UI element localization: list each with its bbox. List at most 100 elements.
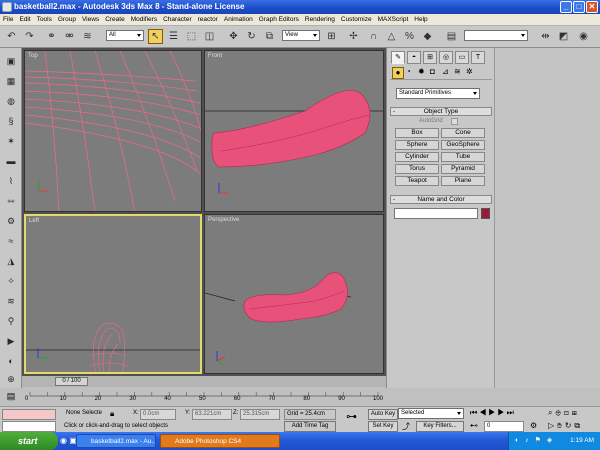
menu-file[interactable]: File — [0, 14, 16, 26]
maximize-button[interactable]: □ — [573, 1, 585, 13]
space-warps-icon[interactable]: ≋ — [454, 67, 461, 76]
maxscript-output[interactable] — [2, 421, 56, 432]
go-to-start-icon[interactable]: ⏮︎ — [470, 408, 479, 417]
menu-maxscript[interactable]: MAXScript — [375, 14, 412, 26]
maxscript-listener-input[interactable] — [2, 409, 56, 420]
helpers-icon[interactable]: ⊿ — [442, 67, 449, 76]
scale-icon[interactable]: ⧉ — [262, 29, 277, 44]
playback-controls[interactable]: ⏮︎◀︎▶︎▶︎⏭︎ — [470, 408, 516, 418]
x-coordinate-field[interactable]: 0.0cm — [140, 409, 176, 420]
lock-selection-icon[interactable]: 🔒︎ — [110, 409, 120, 420]
object-color-swatch[interactable] — [481, 208, 490, 219]
menu-views[interactable]: Views — [79, 14, 102, 26]
tube-button[interactable]: Tube — [441, 152, 485, 162]
pyramid-button[interactable]: Pyramid — [441, 164, 485, 174]
spring-icon[interactable]: ⌇ — [4, 174, 18, 188]
set-key-button[interactable]: Set Key — [368, 421, 398, 432]
analyze-world-icon[interactable]: ⊕ — [4, 372, 18, 386]
constraint-icon[interactable]: ✶ — [4, 134, 18, 148]
auto-key-button[interactable]: Auto Key — [368, 409, 398, 420]
angle-snap-icon[interactable]: △ — [384, 29, 399, 44]
menu-create[interactable]: Create — [102, 14, 128, 26]
box-button[interactable]: Box — [395, 128, 439, 138]
mirror-icon[interactable]: ⇹ — [538, 29, 553, 44]
named-selection-dropdown[interactable] — [464, 30, 528, 41]
wind-icon[interactable]: ≈ — [4, 234, 18, 248]
systems-icon[interactable]: ✲ — [466, 67, 473, 76]
perspective-viewport[interactable]: Perspective — [204, 214, 384, 374]
primitive-category-dropdown[interactable]: Standard Primitives — [396, 88, 480, 99]
zoom-extents-icon[interactable]: ⊡ — [564, 408, 572, 417]
percent-snap-icon[interactable]: % — [402, 29, 417, 44]
add-time-tag-button[interactable]: Add Time Tag — [284, 421, 336, 432]
key-mode-toggle-icon[interactable]: ⊷ — [470, 421, 478, 430]
menu-group[interactable]: Group — [55, 14, 79, 26]
taskbar-item-photoshop[interactable]: Adobe Photoshop CS4 — [160, 434, 280, 448]
menu-edit[interactable]: Edit — [16, 14, 33, 26]
sphere-button[interactable]: Sphere — [395, 140, 439, 150]
plane-icon[interactable]: ▬ — [4, 154, 18, 168]
cone-button[interactable]: Cone — [441, 128, 485, 138]
create-tab-icon[interactable]: ✎ — [391, 51, 405, 64]
display-tab-icon[interactable]: ▭ — [455, 51, 469, 64]
align-icon[interactable]: ◩ — [556, 29, 571, 44]
cloth-icon[interactable]: ▦ — [4, 74, 18, 88]
dashpot-icon[interactable]: ⇿ — [4, 194, 18, 208]
previous-frame-icon[interactable]: ◀︎ — [479, 408, 488, 417]
viewport-label-front[interactable]: Front — [208, 53, 222, 59]
bind-space-warp-icon[interactable]: ≋ — [80, 29, 95, 44]
water-icon[interactable]: ≋ — [4, 294, 18, 308]
edit-named-selection-icon[interactable]: ▤ — [444, 29, 459, 44]
key-filters-button[interactable]: Key Filters... — [416, 421, 464, 432]
hierarchy-tab-icon[interactable]: ⊞ — [423, 51, 437, 64]
select-manipulate-icon[interactable]: ✢ — [346, 29, 361, 44]
menu-animation[interactable]: Animation — [221, 14, 256, 26]
motor-icon[interactable]: ⚙ — [4, 214, 18, 228]
undo-icon[interactable]: ↶ — [4, 29, 19, 44]
menu-help[interactable]: Help — [411, 14, 430, 26]
selection-filter-dropdown[interactable]: All — [106, 30, 144, 41]
cylinder-button[interactable]: Cylinder — [395, 152, 439, 162]
time-configuration-icon[interactable]: ⚙︎ — [530, 421, 537, 430]
viewport-navigation[interactable]: ⌕⊕⊡⊞ — [548, 408, 580, 418]
link-icon[interactable]: ⚭ — [44, 29, 59, 44]
menu-graph-editors[interactable]: Graph Editors — [256, 14, 302, 26]
next-frame-icon[interactable]: ▶︎ — [497, 408, 506, 417]
torus-button[interactable]: Torus — [395, 164, 439, 174]
viewport-label-perspective[interactable]: Perspective — [208, 217, 239, 223]
close-button[interactable]: ✕ — [586, 1, 598, 13]
motion-tab-icon[interactable]: ◎ — [439, 51, 453, 64]
default-in-out-tangent-icon[interactable]: ⤴ — [402, 421, 410, 432]
field-of-view-icon[interactable]: ▷ — [548, 421, 557, 430]
create-animation-icon[interactable]: ◐ — [4, 354, 18, 368]
zoom-extents-all-icon[interactable]: ⊞ — [572, 408, 580, 417]
object-name-input[interactable] — [394, 208, 478, 219]
autogrid-checkbox[interactable] — [451, 118, 458, 125]
quick-launch-icons[interactable]: ◉ ▣ — [60, 436, 77, 445]
menu-character[interactable]: Character — [160, 14, 195, 26]
material-editor-icon[interactable]: ◉ — [576, 29, 591, 44]
shapes-icon[interactable]: ◔ — [406, 67, 411, 76]
key-selection-dropdown[interactable]: Selected — [398, 408, 464, 419]
geometry-icon[interactable]: ● — [392, 67, 404, 79]
y-coordinate-field[interactable]: 63.221cm — [192, 409, 232, 420]
window-crossing-icon[interactable]: ◫ — [202, 29, 217, 44]
viewport-navigation-2[interactable]: ▷✋︎↻⧉ — [548, 421, 583, 431]
redo-icon[interactable]: ↷ — [22, 29, 37, 44]
menu-reactor[interactable]: reactor — [195, 14, 221, 26]
front-viewport[interactable]: Front — [204, 50, 384, 212]
snaps-toggle-icon[interactable]: ∩ — [366, 29, 381, 44]
minimize-button[interactable]: _ — [560, 1, 572, 13]
hinge-icon[interactable]: ⚲ — [4, 314, 18, 328]
unlink-icon[interactable]: ⚮ — [62, 29, 77, 44]
rigid-body-icon[interactable]: ▣ — [4, 54, 18, 68]
rectangle-selection-icon[interactable]: ⬚ — [184, 29, 199, 44]
taskbar-item-3dsmax[interactable]: basketball2.max - Au... — [76, 434, 156, 448]
utilities-tab-icon[interactable]: T — [471, 51, 485, 64]
reference-coord-dropdown[interactable]: View — [282, 30, 320, 41]
time-slider[interactable]: 0 / 100 — [55, 377, 88, 386]
plane-button[interactable]: Plane — [441, 176, 485, 186]
preview-animation-icon[interactable]: ▶ — [4, 334, 18, 348]
toy-car-icon[interactable]: ◮ — [4, 254, 18, 268]
select-by-name-icon[interactable]: ☰ — [166, 29, 181, 44]
